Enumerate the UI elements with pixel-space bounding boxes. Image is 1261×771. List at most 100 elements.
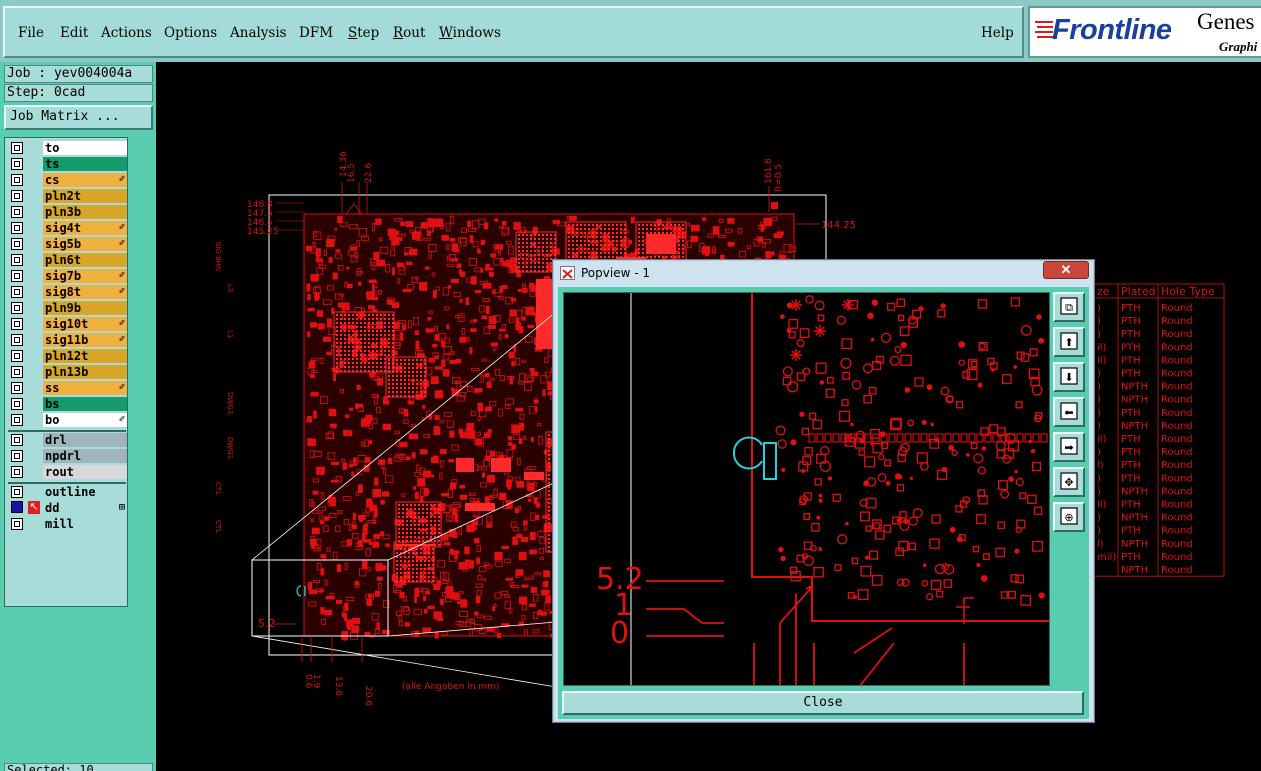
layer-checkbox[interactable] [11,158,23,170]
layer-name[interactable]: bs [43,397,127,411]
layer-checkbox[interactable] [11,302,23,314]
job-matrix-button[interactable]: Job Matrix ... [4,105,153,130]
layer-row-drl[interactable]: drl [8,433,127,447]
table-cell: NPTH [1121,382,1148,393]
layer-name[interactable]: ts [43,157,127,171]
layer-checkbox[interactable] [11,486,23,498]
menu-windows[interactable]: Windows [439,25,501,41]
layer-name[interactable]: sig7b ✐ [43,269,127,283]
layer-checkbox[interactable] [11,270,23,282]
menu-analysis[interactable]: Analysis [230,25,287,41]
layer-name[interactable]: cs ✐ [43,173,127,187]
layer-name[interactable]: to [43,141,127,155]
layer-row-bs[interactable]: bs [8,397,127,411]
layer-row-sig11b[interactable]: sig11b ✐ [8,333,127,347]
pan-left-button[interactable]: ⬅ [1053,397,1085,427]
layer-row-pln13b[interactable]: pln13b [8,365,127,379]
layer-name[interactable]: dd ⊞ [43,501,127,515]
layer-row-pln2t[interactable]: pln2t [8,189,127,203]
layer-name[interactable]: sig5b ✐ [43,237,127,251]
pan-up-button[interactable]: ⬆ [1053,327,1085,357]
layer-name[interactable]: sig11b ✐ [43,333,127,347]
layer-checkbox[interactable] [11,414,23,426]
layer-row-ss[interactable]: ss ✐ [8,381,127,395]
layer-row-sig7b[interactable]: sig7b ✐ [8,269,127,283]
layer-name[interactable]: sig4t ✐ [43,221,127,235]
layer-label: pln13b [45,365,89,379]
layer-checkbox[interactable] [11,238,23,250]
pan-right-button[interactable]: ➡ [1053,432,1085,462]
menu-options[interactable]: Options [164,25,217,41]
layer-checkbox[interactable] [11,286,23,298]
menu-step[interactable]: Step [348,25,379,41]
layer-name[interactable]: ss ✐ [43,381,127,395]
layer-row-sig5b[interactable]: sig5b ✐ [8,237,127,251]
layer-checkbox[interactable] [11,398,23,410]
layer-name[interactable]: rout [43,465,127,479]
layer-row-rout[interactable]: rout [8,465,127,479]
popview-canvas[interactable]: 5.2 1 0 [563,292,1050,686]
layer-checkbox[interactable] [11,350,23,362]
layer-row-mill[interactable]: mill [8,517,127,531]
layer-row-to[interactable]: to [8,141,127,155]
layer-row-cs[interactable]: cs ✐ [8,173,127,187]
popview-board-view[interactable]: 5.210 [564,293,1050,686]
menu-help[interactable]: Help [981,25,1014,41]
layer-name[interactable]: pln2t [43,189,127,203]
layer-checkbox[interactable] [11,334,23,346]
layer-row-pln6t[interactable]: pln6t [8,253,127,267]
layer-checkbox[interactable] [11,254,23,266]
layer-checkbox[interactable] [11,450,23,462]
menu-dfm[interactable]: DFM [299,25,333,41]
layer-row-bo[interactable]: bo ✐ [8,413,127,427]
zoom-out-button[interactable]: ✥ [1053,467,1085,497]
layer-checkbox[interactable] [11,518,23,530]
menu-file[interactable]: File [18,25,44,41]
layer-row-pln3b[interactable]: pln3b [8,205,127,219]
layer-panel: Job : yev004004a Step: 0cad Job Matrix .… [0,62,156,771]
layer-row-sig10t[interactable]: sig10t ✐ [8,317,127,331]
layer-row-npdrl[interactable]: npdrl [8,449,127,463]
layer-row-outline[interactable]: outline [8,485,127,499]
zoom-home-button[interactable]: ⧉ [1053,292,1085,322]
menu-edit[interactable]: Edit [60,25,88,41]
layer-name[interactable]: mill [43,517,127,531]
layer-checkbox[interactable] [11,222,23,234]
layer-name[interactable]: npdrl [43,449,127,463]
layer-row-dd[interactable]: ↖ dd ⊞ [8,501,127,515]
layer-name[interactable]: outline [43,485,127,499]
layer-name[interactable]: sig10t ✐ [43,317,127,331]
layer-name[interactable]: pln9b [43,301,127,315]
layer-checkbox[interactable] [11,501,23,513]
table-header: Plated [1121,285,1156,298]
layer-checkbox[interactable] [11,142,23,154]
layer-row-sig8t[interactable]: sig8t ✐ [8,285,127,299]
layer-row-sig4t[interactable]: sig4t ✐ [8,221,127,235]
popview-close-button[interactable]: Close [562,691,1084,715]
layer-name[interactable]: pln12t [43,349,127,363]
layer-name[interactable]: bo ✐ [43,413,127,427]
layer-checkbox[interactable] [11,466,23,478]
layer-checkbox[interactable] [11,318,23,330]
window-close-button[interactable]: ✕ [1043,261,1089,279]
layer-name[interactable]: drl [43,433,127,447]
layer-row-pln9b[interactable]: pln9b [8,301,127,315]
layer-checkbox[interactable] [11,174,23,186]
menu-actions[interactable]: Actions [101,25,152,41]
layer-checkbox[interactable] [11,366,23,378]
layer-name[interactable]: pln6t [43,253,127,267]
zoom-fit-button[interactable]: ⊕ [1053,502,1085,532]
table-cell: il) [1097,434,1107,445]
layer-row-pln12t[interactable]: pln12t [8,349,127,363]
layer-name[interactable]: pln13b [43,365,127,379]
layer-row-ts[interactable]: ts [8,157,127,171]
layer-name[interactable]: pln3b [43,205,127,219]
dimension-label: 145.25 [247,227,279,237]
pan-down-button[interactable]: ⬇ [1053,362,1085,392]
layer-checkbox[interactable] [11,434,23,446]
layer-checkbox[interactable] [11,382,23,394]
layer-name[interactable]: sig8t ✐ [43,285,127,299]
layer-checkbox[interactable] [11,206,23,218]
menu-rout[interactable]: Rout [393,25,425,41]
layer-checkbox[interactable] [11,190,23,202]
